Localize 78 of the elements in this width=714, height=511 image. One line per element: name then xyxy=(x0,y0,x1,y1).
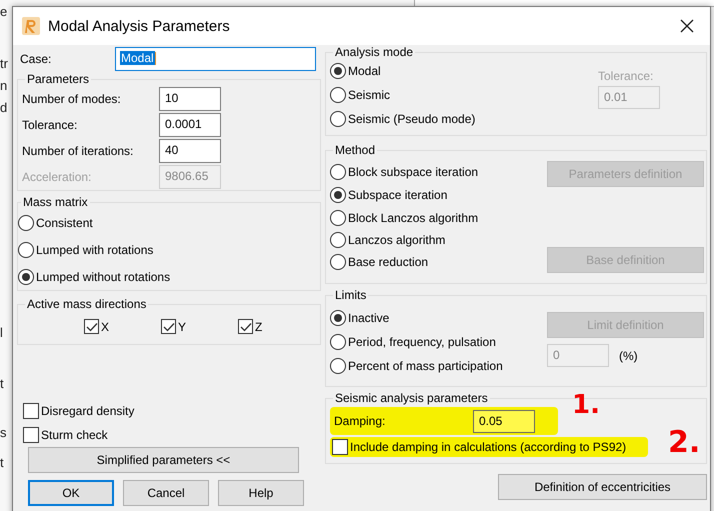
input-field[interactable]: 40 xyxy=(159,139,221,163)
dialog-button[interactable]: Cancel xyxy=(123,480,209,506)
checkbox[interactable] xyxy=(84,319,99,334)
group-title: Analysis mode xyxy=(334,45,414,59)
radio-label: Inactive xyxy=(348,311,390,325)
radio-button[interactable] xyxy=(330,254,346,270)
checkbox[interactable] xyxy=(332,439,348,455)
radio-button[interactable] xyxy=(18,214,34,230)
simplified-parameters-button[interactable]: Simplified parameters << xyxy=(28,447,299,473)
radio-button[interactable] xyxy=(330,232,346,248)
background-text: t xyxy=(0,376,4,391)
group-title: Seismic analysis parameters xyxy=(334,391,489,405)
radio-button[interactable] xyxy=(330,63,346,79)
field-label: Number of iterations: xyxy=(22,144,134,158)
field-label: Tolerance: xyxy=(22,118,78,132)
group-title: Method xyxy=(334,143,376,157)
radio-button[interactable] xyxy=(330,187,346,203)
group-title: Active mass directions xyxy=(26,297,148,311)
checkbox-label: Z xyxy=(255,320,262,334)
group-title: Mass matrix xyxy=(22,195,89,209)
input-field[interactable]: 0.0001 xyxy=(159,113,221,137)
background-text: d xyxy=(0,100,8,115)
tolerance-label: Tolerance: xyxy=(598,69,654,83)
background-text: n xyxy=(0,78,8,93)
dialog-button[interactable]: OK xyxy=(28,480,114,506)
background-text: s xyxy=(0,425,6,440)
radio-button[interactable] xyxy=(18,242,34,258)
field-label: Acceleration: xyxy=(22,170,92,184)
radio-button[interactable] xyxy=(330,310,346,326)
radio-button[interactable] xyxy=(330,111,346,127)
unit-label: (%) xyxy=(619,348,638,362)
case-label: Case: xyxy=(19,52,52,66)
radio-button[interactable] xyxy=(18,268,34,284)
checkbox[interactable] xyxy=(23,403,39,419)
annotation-mark: 2. xyxy=(668,428,700,458)
annotation-mark: 1. xyxy=(572,392,600,418)
checkbox-label: Sturm check xyxy=(41,428,108,442)
checkbox[interactable] xyxy=(23,427,39,443)
checkbox-label: Y xyxy=(178,320,186,334)
radio-label: Modal xyxy=(348,64,381,78)
damping-field[interactable]: 0.05 xyxy=(473,410,535,432)
dialog-button[interactable]: Help xyxy=(218,480,304,506)
background-text: e xyxy=(0,4,8,19)
radio-label: Consistent xyxy=(36,216,93,230)
case-field[interactable]: Modal xyxy=(115,47,316,71)
checkbox-label: Disregard density xyxy=(41,404,134,418)
radio-label: Subspace iteration xyxy=(348,188,448,202)
radio-label: Seismic (Pseudo mode) xyxy=(348,112,476,126)
damping-label: Damping: xyxy=(333,414,386,428)
checkbox[interactable] xyxy=(161,319,176,334)
radio-label: Period, frequency, pulsation xyxy=(348,335,496,349)
background-text: tr xyxy=(0,56,8,71)
group-title: Parameters xyxy=(26,72,90,86)
input-field[interactable]: 10 xyxy=(159,87,221,111)
window-title: Modal Analysis Parameters xyxy=(48,18,230,34)
radio-label: Lanczos algorithm xyxy=(348,233,446,247)
radio-label: Lumped without rotations xyxy=(36,270,170,284)
app-logo-icon xyxy=(22,17,40,35)
radio-label: Block subspace iteration xyxy=(348,165,478,179)
field-label: Number of modes: xyxy=(22,92,122,106)
radio-button[interactable] xyxy=(330,164,346,180)
checkbox-label: Include damping in calculations (according to PS92) xyxy=(350,440,626,454)
radio-button[interactable] xyxy=(330,210,346,226)
group-title: Limits xyxy=(334,288,368,302)
checkbox-label: X xyxy=(101,320,110,334)
background-text: l xyxy=(0,325,3,340)
background-text: t xyxy=(0,455,4,470)
radio-button[interactable] xyxy=(330,358,346,374)
radio-label: Base reduction xyxy=(348,255,428,269)
close-icon[interactable] xyxy=(680,19,694,33)
radio-label: Lumped with rotations xyxy=(36,242,154,256)
radio-label: Seismic xyxy=(348,88,390,102)
definition-of-eccentricities-button[interactable]: Definition of eccentricities xyxy=(498,474,707,500)
radio-label: Percent of mass participation xyxy=(348,359,503,373)
radio-button[interactable] xyxy=(330,334,346,350)
checkbox[interactable] xyxy=(238,319,254,334)
radio-button[interactable] xyxy=(330,87,346,103)
radio-label: Block Lanczos algorithm xyxy=(348,211,478,225)
